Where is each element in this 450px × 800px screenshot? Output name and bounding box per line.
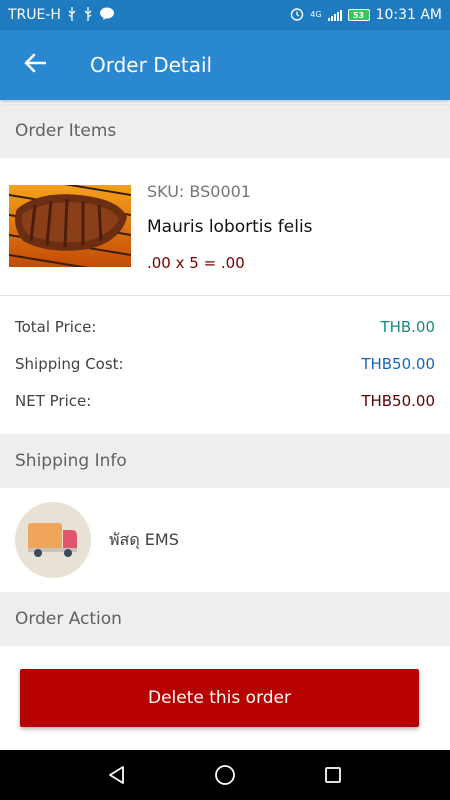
battery-icon: 53 xyxy=(347,9,370,21)
status-time: 10:31 AM xyxy=(375,7,442,23)
total-price-label: Total Price: xyxy=(15,318,97,336)
total-price-row: Total Price: THB.00 xyxy=(15,315,435,339)
item-name: Mauris lobortis felis xyxy=(147,217,313,237)
section-header-order-action: Order Action xyxy=(0,592,450,646)
arrow-left-icon xyxy=(24,53,47,77)
network-type: 4G xyxy=(310,10,322,19)
status-right: 4G 53 10:31 AM xyxy=(290,7,442,23)
usb-icon xyxy=(67,7,77,23)
section-title: Order Items xyxy=(15,121,117,141)
triangle-back-icon[interactable] xyxy=(102,760,132,790)
alarm-icon xyxy=(290,7,304,23)
signal-icon xyxy=(327,9,342,21)
item-price-line: .00 x 5 = .00 xyxy=(147,254,245,272)
app-bar: Order Detail xyxy=(0,30,450,100)
delete-order-button[interactable]: Delete this order xyxy=(20,669,419,727)
usb-icon xyxy=(83,7,93,23)
order-totals: Total Price: THB.00 Shipping Cost: THB50… xyxy=(0,296,450,436)
status-left: TRUE-H xyxy=(8,7,115,23)
section-title: Order Action xyxy=(15,609,122,629)
shipping-method-row: พัสดุ EMS xyxy=(0,488,450,592)
total-price-value: THB.00 xyxy=(380,318,435,336)
square-recents-icon[interactable] xyxy=(318,760,348,790)
page-title: Order Detail xyxy=(90,53,213,77)
shipping-method: พัสดุ EMS xyxy=(109,530,179,549)
section-header-shipping-info: Shipping Info xyxy=(0,434,450,488)
item-sku: SKU: BS0001 xyxy=(147,182,251,201)
chat-app-icon xyxy=(99,7,115,23)
back-button[interactable] xyxy=(0,30,70,100)
shipping-avatar xyxy=(15,502,91,578)
net-price-value: THB50.00 xyxy=(361,392,435,410)
shipping-cost-value: THB50.00 xyxy=(361,355,435,373)
shipping-cost-row: Shipping Cost: THB50.00 xyxy=(15,352,435,376)
net-price-row: NET Price: THB50.00 xyxy=(15,389,435,413)
system-nav-bar xyxy=(0,750,450,800)
product-image xyxy=(9,185,131,267)
net-price-label: NET Price: xyxy=(15,392,92,410)
status-bar: TRUE-H 4G 53 10:31 AM xyxy=(0,0,450,30)
order-item-row[interactable]: SKU: BS0001 Mauris lobortis felis .00 x … xyxy=(0,158,450,296)
truck-icon xyxy=(26,520,80,564)
circle-home-icon[interactable] xyxy=(210,760,240,790)
shipping-cost-label: Shipping Cost: xyxy=(15,355,124,373)
carrier-name: TRUE-H xyxy=(8,7,61,23)
section-header-order-items: Order Items xyxy=(0,104,450,158)
section-title: Shipping Info xyxy=(15,451,127,471)
